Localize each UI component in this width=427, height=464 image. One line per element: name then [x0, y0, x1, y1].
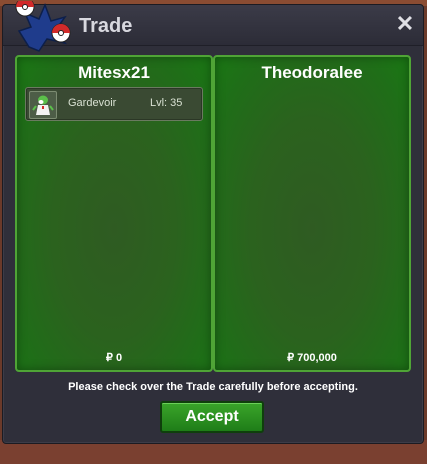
partner-offer-panel: Theodoralee ₽ 700,000 [213, 55, 411, 372]
close-icon[interactable]: ✕ [395, 13, 415, 35]
my-offer-panel: Mitesx21 Gardevoir Lvl: 35 ₽ 0 [15, 55, 213, 372]
window-title: Trade [79, 15, 133, 37]
accept-button[interactable]: Accept [160, 401, 264, 433]
pokemon-name: Gardevoir [68, 97, 117, 109]
gardevoir-sprite-icon [29, 91, 57, 119]
trade-notice: Please check over the Trade carefully be… [68, 381, 358, 393]
partner-money-offer: ₽ 700,000 [287, 352, 337, 364]
offered-pokemon-item[interactable]: Gardevoir Lvl: 35 [25, 87, 203, 121]
my-money-offer: ₽ 0 [105, 352, 123, 364]
partner-trainer-name: Theodoralee [261, 63, 363, 82]
my-trainer-name: Mitesx21 [78, 63, 150, 82]
pokemon-level: Lvl: 35 [150, 97, 183, 109]
pokeball-logo-icon [15, 1, 71, 52]
window-titlebar[interactable]: Trade ✕ [3, 1, 423, 52]
trade-window: Trade ✕ Mitesx21 Gardevoir Lvl: 35 ₽ 0 T… [2, 1, 424, 444]
